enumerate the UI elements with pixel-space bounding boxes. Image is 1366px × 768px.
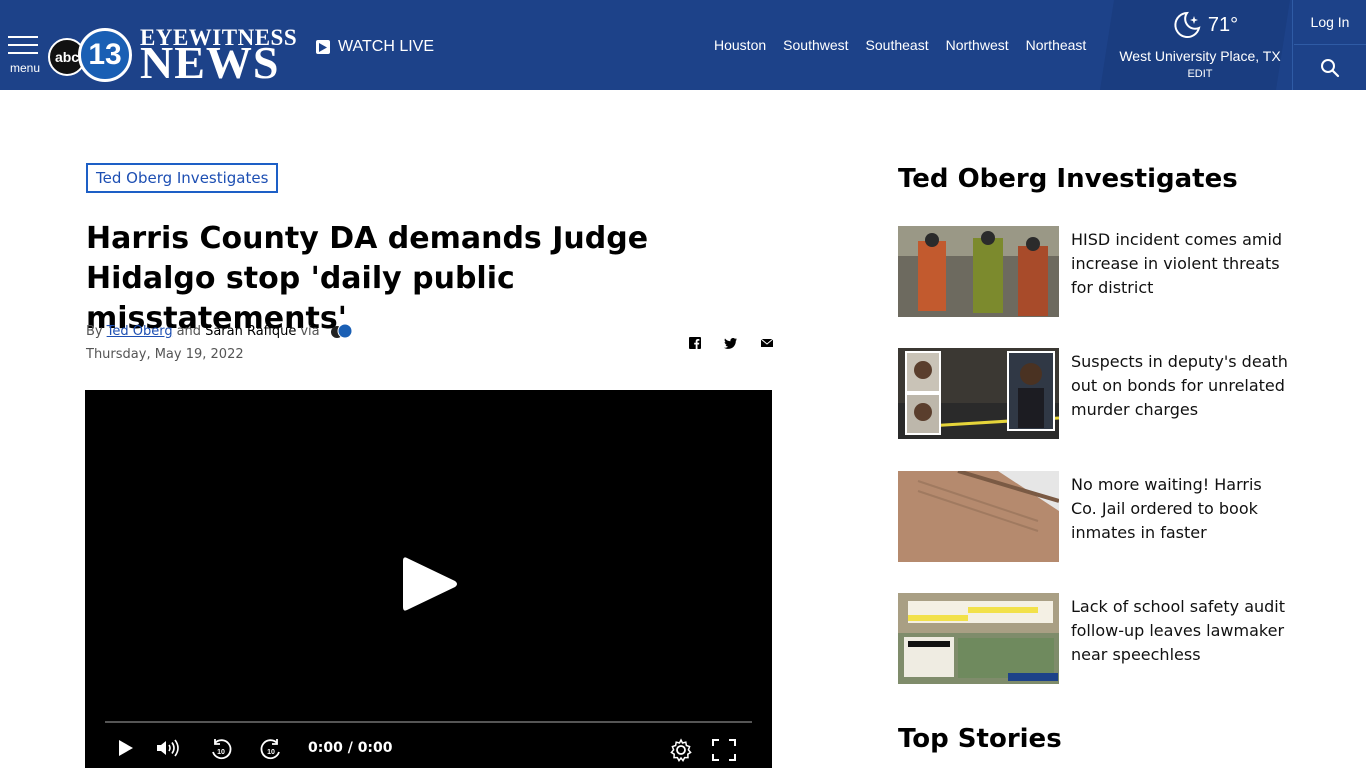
byline-and: and <box>176 323 202 339</box>
abc13-source-icon <box>330 323 353 339</box>
header-divider <box>1292 0 1293 90</box>
menu-label: menu <box>10 61 41 75</box>
story-title[interactable]: HISD incident comes amid increase in vio… <box>1071 228 1289 300</box>
email-icon[interactable] <box>760 336 774 350</box>
sidebar-story[interactable]: HISD incident comes amid increase in vio… <box>898 226 1288 318</box>
region-link-houston[interactable]: Houston <box>714 37 766 53</box>
fullscreen-icon[interactable] <box>711 738 737 762</box>
region-link-southeast[interactable]: Southeast <box>866 37 929 53</box>
story-thumbnail <box>898 226 1059 317</box>
story-thumbnail <box>898 348 1059 439</box>
moon-stars-icon <box>1174 11 1201 38</box>
video-time-total: / 0:00 <box>347 740 393 756</box>
article-headline: Harris County DA demands Judge Hidalgo s… <box>86 221 649 336</box>
site-header: menu abc 13 EYEWITNESS NEWS WATCH LIVE H… <box>0 0 1366 90</box>
watch-live-link[interactable]: WATCH LIVE <box>316 38 434 56</box>
weather-edit-link[interactable]: EDIT <box>1110 68 1290 80</box>
volume-icon[interactable] <box>155 738 181 758</box>
category-tag[interactable]: Ted Oberg Investigates <box>86 163 279 193</box>
watch-live-label: WATCH LIVE <box>338 38 435 55</box>
story-title[interactable]: Suspects in deputy's death out on bonds … <box>1071 350 1289 422</box>
hamburger-icon-bar <box>8 44 38 46</box>
video-player[interactable]: 10 10 0:00 / 0:00 <box>85 390 772 768</box>
hamburger-icon <box>8 36 38 38</box>
weather-temperature: 71° <box>1207 13 1239 36</box>
twitter-icon[interactable] <box>724 336 738 350</box>
play-icon <box>316 40 330 54</box>
hamburger-icon-bar <box>8 52 38 54</box>
login-button[interactable]: Log In <box>1294 0 1366 45</box>
share-bar <box>688 336 774 350</box>
story-thumbnail <box>898 593 1059 684</box>
sidebar-story[interactable]: Suspects in deputy's death out on bonds … <box>898 348 1288 440</box>
search-icon <box>1321 58 1340 77</box>
author-link[interactable]: Ted Oberg <box>107 324 173 339</box>
abc13-logo[interactable]: abc 13 EYEWITNESS NEWS <box>48 24 298 86</box>
facebook-icon[interactable] <box>688 336 702 350</box>
search-button[interactable] <box>1294 45 1366 90</box>
video-time-current: 0:00 <box>308 740 343 756</box>
settings-gear-icon[interactable] <box>669 738 693 762</box>
category-tag-label: Ted Oberg Investigates <box>96 169 269 187</box>
weather-location: West University Place, TX <box>1119 48 1281 64</box>
svg-text:10: 10 <box>267 749 275 756</box>
svg-text:10: 10 <box>217 749 225 756</box>
channel-13-logo: 13 <box>78 28 132 82</box>
login-label: Log In <box>1310 14 1350 30</box>
sidebar-title: Ted Oberg Investigates <box>898 164 1238 194</box>
byline: By Ted Oberg and Sarah Rafique via <box>86 323 354 339</box>
menu-button[interactable]: menu <box>8 36 40 75</box>
region-link-northwest[interactable]: Northwest <box>946 37 1009 53</box>
story-thumbnail <box>898 471 1059 562</box>
logo-news-text: NEWS <box>140 37 280 88</box>
byline-by: By <box>86 323 103 339</box>
author-name: Sarah Rafique <box>205 323 297 339</box>
forward-10-icon[interactable]: 10 <box>259 738 283 762</box>
rewind-10-icon[interactable]: 10 <box>209 738 233 762</box>
play-icon[interactable] <box>401 552 461 616</box>
play-icon[interactable] <box>117 738 135 758</box>
top-stories-heading: Top Stories <box>898 724 1062 754</box>
sidebar-story[interactable]: Lack of school safety audit follow-up le… <box>898 593 1288 685</box>
region-link-southwest[interactable]: Southwest <box>783 37 848 53</box>
story-title[interactable]: Lack of school safety audit follow-up le… <box>1071 595 1289 667</box>
video-progress-bar[interactable] <box>105 721 752 723</box>
byline-via: via <box>300 323 320 339</box>
publish-date: Thursday, May 19, 2022 <box>86 347 244 362</box>
weather-widget[interactable]: 71° West University Place, TX EDIT <box>1110 10 1290 90</box>
region-nav: Houston Southwest Southeast Northwest No… <box>714 37 1086 53</box>
story-title[interactable]: No more waiting! Harris Co. Jail ordered… <box>1071 473 1289 545</box>
region-link-northeast[interactable]: Northeast <box>1026 37 1087 53</box>
sidebar-story[interactable]: No more waiting! Harris Co. Jail ordered… <box>898 471 1288 563</box>
video-time: 0:00 / 0:00 <box>308 740 393 756</box>
